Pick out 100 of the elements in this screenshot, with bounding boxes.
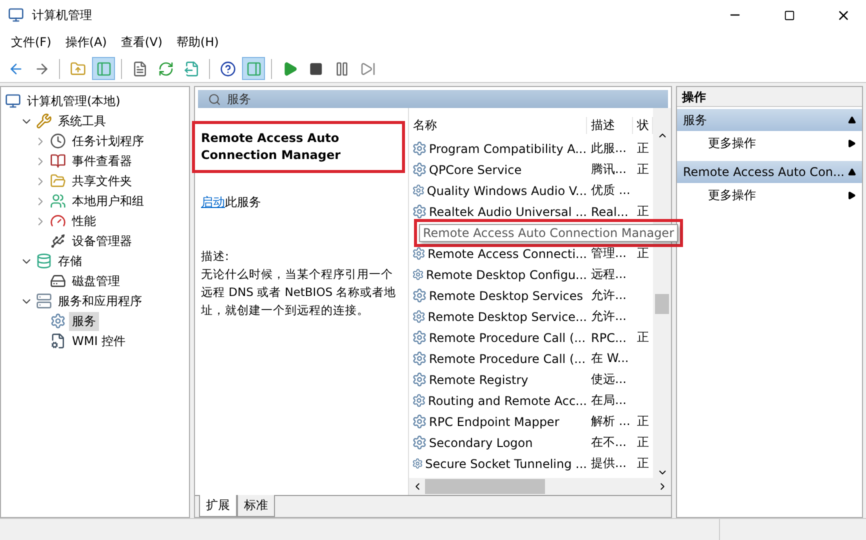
server-icon [36, 293, 52, 309]
start-link[interactable]: 启动 [201, 194, 225, 211]
scrollbar-thumb[interactable] [425, 479, 545, 494]
book-icon [50, 153, 66, 169]
action-item[interactable]: 更多操作 [677, 131, 862, 155]
menu-item[interactable]: 操作(A) [58, 34, 114, 51]
service-name[interactable]: Realtek Audio Universal ... [429, 204, 587, 218]
description-text: 无论什么时候，当某个程序引用一个远程 DNS 或者 NetBIOS 名称或者地址，就创建一个到远程的连接。 [201, 266, 398, 319]
tree-item[interactable]: 事件查看器 [69, 152, 135, 170]
table-cell-text: 正 [636, 140, 650, 157]
service-name[interactable]: Remote Procedure Call (... [429, 352, 586, 366]
table-cell-text: 在不... [590, 434, 628, 451]
table-cell-text: 管理... [590, 245, 628, 262]
step-play-icon [360, 60, 376, 76]
service-name[interactable]: RPC Endpoint Mapper [429, 414, 560, 428]
services-header-title: 服务 [227, 90, 251, 108]
tree-item[interactable]: 服务 [69, 312, 99, 330]
gear-icon [50, 313, 66, 329]
gear-icon [412, 288, 427, 303]
folder-up-icon [70, 60, 86, 76]
actions-title: 操作 [677, 87, 862, 107]
service-title: Remote Access Auto Connection Manager [195, 124, 402, 170]
tree-item[interactable]: 服务和应用程序 [55, 292, 145, 310]
menu-item[interactable]: 帮助(H) [169, 34, 226, 51]
service-name[interactable]: Remote Desktop Configu... [426, 268, 587, 282]
tree-item[interactable]: 任务计划程序 [69, 132, 147, 150]
storage-icon [36, 253, 52, 269]
gear-icon [412, 456, 424, 471]
view-tab[interactable]: 标准 [237, 495, 275, 517]
gauge-icon [50, 213, 66, 229]
panel-icon [246, 60, 262, 76]
gear-icon [412, 204, 427, 219]
table-cell-text: 正 [636, 161, 650, 178]
pause-icon [334, 60, 350, 76]
collapse-triangle-icon [848, 116, 856, 124]
app-icon [8, 7, 24, 23]
column-header[interactable]: 名称 [409, 117, 587, 134]
search-icon [208, 92, 221, 106]
service-name[interactable]: Routing and Remote Acc... [428, 394, 587, 408]
submenu-arrow-icon [847, 190, 856, 200]
gear-icon [412, 141, 427, 156]
help-icon [220, 60, 236, 76]
device-icon [50, 233, 66, 249]
table-cell-text: 在局... [590, 392, 628, 409]
maximize-icon [784, 10, 794, 20]
gear-icon [412, 183, 425, 198]
users-icon [50, 193, 66, 209]
service-name[interactable]: Remote Registry [429, 372, 528, 386]
tree-item[interactable]: 系统工具 [55, 112, 109, 130]
table-cell-text: 优质 ... [590, 182, 632, 199]
service-name[interactable]: Program Compatibility A... [429, 142, 587, 156]
tree-item[interactable]: 本地用户和组 [69, 192, 147, 210]
window-title: 计算机管理 [32, 6, 93, 24]
table-cell-text: 解析 ... [590, 413, 632, 430]
tree-item[interactable]: 性能 [69, 212, 99, 230]
service-name[interactable]: Quality Windows Audio V... [426, 184, 587, 198]
service-name[interactable]: Remote Access Connecti... [428, 246, 587, 260]
table-cell-text: 腾讯... [590, 161, 628, 178]
document-icon [132, 60, 148, 76]
service-name[interactable]: Remote Desktop Service... [428, 310, 587, 324]
refresh-icon [158, 60, 174, 76]
computer-icon [5, 93, 21, 109]
tree-item[interactable]: 计算机管理(本地) [24, 92, 124, 110]
tree-item[interactable]: 共享文件夹 [69, 172, 135, 190]
stop-icon [308, 62, 322, 76]
menu-item[interactable]: 查看(V) [114, 34, 170, 51]
clock-icon [50, 133, 66, 149]
column-header[interactable]: 描述 [587, 117, 633, 134]
tree-item[interactable]: 存储 [55, 252, 85, 270]
description-label: 描述: [201, 248, 230, 265]
submenu-arrow-icon [847, 138, 856, 148]
table-cell-text: Real... [590, 204, 630, 218]
view-tab[interactable]: 扩展 [199, 495, 237, 517]
play-icon [282, 60, 298, 76]
action-item[interactable]: 更多操作 [677, 183, 862, 207]
table-cell-text: 允许... [590, 287, 628, 304]
service-name[interactable]: Secondary Logon [429, 436, 533, 450]
tree-item[interactable]: 磁盘管理 [69, 272, 123, 290]
service-name[interactable]: QPCore Service [429, 162, 522, 176]
horizontal-scrollbar[interactable] [409, 478, 671, 495]
tree-item[interactable]: WMI 控件 [69, 332, 129, 350]
gear-icon [412, 351, 427, 366]
section-header[interactable]: Remote Access Auto Con... [677, 161, 862, 183]
table-cell-text: 正 [636, 203, 650, 220]
tree-item[interactable]: 设备管理器 [69, 232, 135, 250]
export-icon [184, 60, 200, 76]
service-name[interactable]: Remote Procedure Call (... [429, 330, 586, 344]
scrollbar-thumb[interactable] [655, 294, 669, 314]
menu-item[interactable]: 文件(F) [4, 34, 58, 51]
gear-icon [412, 393, 426, 408]
service-name[interactable]: Secure Socket Tunneling ... [425, 456, 587, 470]
table-cell-text: 正 [636, 329, 650, 346]
gear-icon [412, 246, 426, 261]
wrench-icon [36, 113, 52, 129]
gear-icon [412, 309, 426, 324]
section-header[interactable]: 服务 [677, 109, 862, 131]
service-name[interactable]: Remote Desktop Services [429, 288, 584, 302]
link-suffix: 此服务 [225, 194, 261, 211]
table-cell-text: 正 [636, 413, 650, 430]
table-cell-text: 允许... [590, 308, 628, 325]
